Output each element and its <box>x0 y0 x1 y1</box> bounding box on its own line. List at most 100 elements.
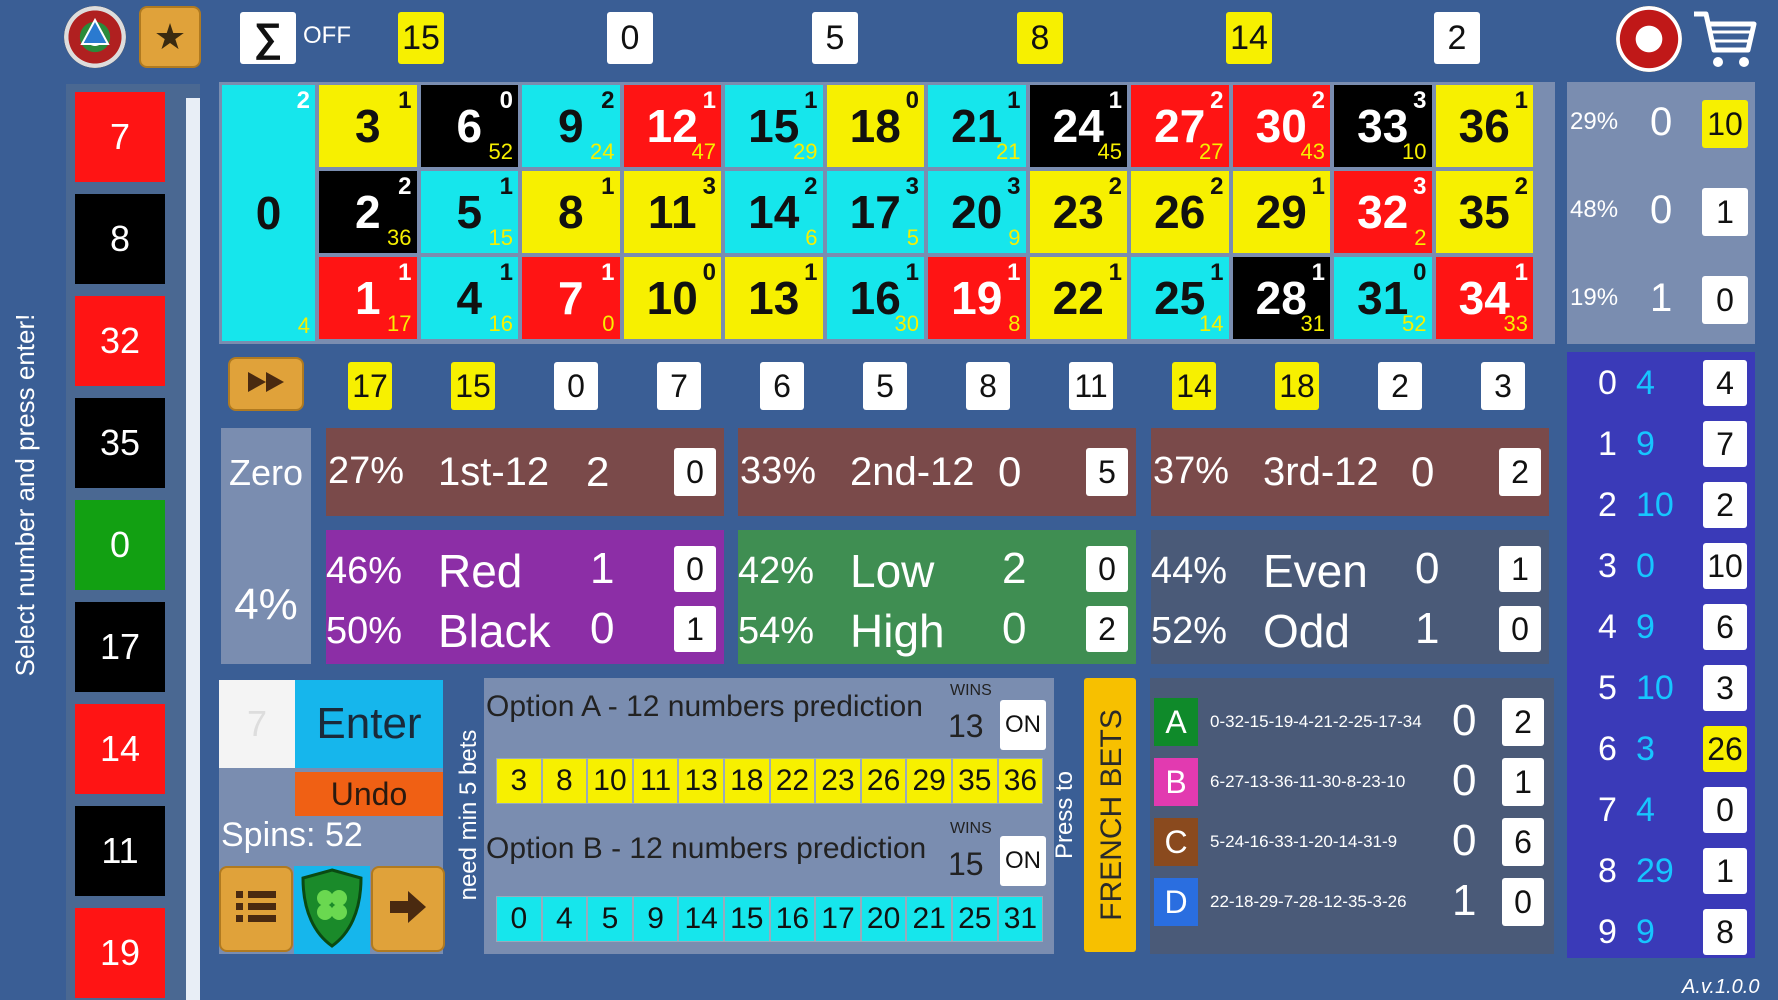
board-cell-1[interactable]: 1 1 17 <box>318 256 418 340</box>
board-cell-15[interactable]: 15 1 29 <box>724 84 824 168</box>
digit-value: 9 <box>1636 608 1655 646</box>
board-cell-17[interactable]: 17 3 5 <box>825 170 925 254</box>
board-cell-2[interactable]: 2 2 36 <box>318 170 418 254</box>
cart-icon[interactable] <box>1690 8 1760 72</box>
dozen-panel[interactable]: 33% 2nd-12 0 5 <box>738 428 1136 516</box>
cell-hits: 1 <box>601 173 615 200</box>
board-cell-33[interactable]: 33 3 10 <box>1333 84 1433 168</box>
next-arrow-button[interactable] <box>371 866 445 952</box>
undo-button[interactable]: Undo <box>295 772 443 816</box>
prediction-number: 9 <box>632 896 679 942</box>
even-chance-label-black[interactable]: Black <box>438 604 550 658</box>
board-cell-11[interactable]: 11 3 <box>622 170 722 254</box>
history-item[interactable]: 17 <box>75 602 165 692</box>
cell-hits: 1 <box>1007 87 1021 114</box>
french-bets-button[interactable]: FRENCH BETS <box>1084 678 1136 952</box>
board-cell-16[interactable]: 16 1 30 <box>825 256 925 340</box>
cell-hits: 1 <box>1007 259 1021 286</box>
even-chance-label-even[interactable]: Even <box>1263 544 1368 598</box>
board-cell-30[interactable]: 30 2 43 <box>1231 84 1331 168</box>
history-item[interactable]: 11 <box>75 806 165 896</box>
board-cell-5[interactable]: 5 1 15 <box>419 170 519 254</box>
sum-toggle-state: OFF <box>303 22 351 49</box>
history-scrollbar[interactable] <box>186 98 200 1000</box>
option-a-toggle[interactable]: ON <box>1000 700 1046 750</box>
even-chance-label-low[interactable]: Low <box>850 544 934 598</box>
group-sequence: 6-27-13-36-11-30-8-23-10 <box>1210 772 1406 791</box>
fast-forward-button[interactable] <box>228 357 304 411</box>
dozen-panel[interactable]: 27% 1st-12 2 0 <box>326 428 724 516</box>
board-cell-25[interactable]: 25 1 14 <box>1130 256 1230 340</box>
roulette-wheel-icon[interactable] <box>1616 6 1682 72</box>
board-cell-36[interactable]: 36 1 <box>1434 84 1534 168</box>
board-cell-24[interactable]: 24 1 45 <box>1028 84 1128 168</box>
prediction-number: 22 <box>769 758 816 804</box>
prediction-number: 14 <box>678 896 724 942</box>
group-b-button[interactable]: B <box>1154 758 1198 806</box>
history-item[interactable]: 8 <box>75 194 165 284</box>
group-box: 2 <box>1502 698 1544 746</box>
list-button[interactable] <box>219 866 293 952</box>
roulette-logo-icon[interactable] <box>64 6 126 68</box>
cell-gap: 45 <box>1097 139 1122 164</box>
history-item[interactable]: 7 <box>75 92 165 182</box>
cell-hits: 3 <box>702 173 716 200</box>
group-d-button[interactable]: D <box>1154 878 1198 926</box>
board-cell-23[interactable]: 23 2 <box>1028 170 1128 254</box>
cell-hits: 3 <box>1413 173 1427 200</box>
dozen-panel[interactable]: 37% 3rd-12 0 2 <box>1151 428 1549 516</box>
digit-label: 4 <box>1598 608 1617 646</box>
board-cell-19[interactable]: 19 1 8 <box>927 256 1027 340</box>
board-cell-29[interactable]: 29 1 <box>1231 170 1331 254</box>
history-item[interactable]: 14 <box>75 704 165 794</box>
enter-button[interactable]: Enter <box>295 680 443 768</box>
history-item[interactable]: 19 <box>75 908 165 998</box>
board-cell-0[interactable]: 0 2 4 <box>221 84 316 342</box>
cell-gap: 30 <box>894 311 919 336</box>
digit-value: 29 <box>1636 852 1674 890</box>
digit-box: 8 <box>1703 909 1747 955</box>
board-cell-22[interactable]: 22 1 <box>1028 256 1128 340</box>
history-item[interactable]: 32 <box>75 296 165 386</box>
group-c-button[interactable]: C <box>1154 818 1198 866</box>
even-chance-label-red[interactable]: Red <box>438 544 522 598</box>
board-cell-7[interactable]: 710 <box>521 256 621 340</box>
column-counter: 5 <box>863 362 907 410</box>
board-cell-20[interactable]: 20 3 9 <box>927 170 1027 254</box>
board-cell-8[interactable]: 81 <box>521 170 621 254</box>
board-cell-34[interactable]: 34 1 33 <box>1434 256 1534 340</box>
board-cell-10[interactable]: 10 0 <box>622 256 722 340</box>
board-cell-12[interactable]: 12 1 47 <box>622 84 722 168</box>
column-counter: 14 <box>1172 362 1216 410</box>
column-counter: 17 <box>348 362 392 410</box>
board-cell-27[interactable]: 27 2 27 <box>1130 84 1230 168</box>
board-cell-13[interactable]: 13 1 <box>724 256 824 340</box>
sum-toggle-button[interactable]: ∑ <box>240 12 296 64</box>
group-a-button[interactable]: A <box>1154 698 1198 746</box>
board-cell-9[interactable]: 9 2 24 <box>521 84 621 168</box>
board-cell-3[interactable]: 31 <box>318 84 418 168</box>
board-cell-18[interactable]: 18 0 <box>825 84 925 168</box>
even-chance-label-high[interactable]: High <box>850 604 945 658</box>
number-input[interactable]: 7 <box>219 680 295 768</box>
board-cell-4[interactable]: 4 1 16 <box>419 256 519 340</box>
even-chance-label-odd[interactable]: Odd <box>1263 604 1350 658</box>
favorite-star-button[interactable]: ★ <box>139 6 201 68</box>
board-cell-35[interactable]: 35 2 <box>1434 170 1534 254</box>
board-cell-32[interactable]: 32 3 2 <box>1333 170 1433 254</box>
clover-shield-button[interactable] <box>294 866 370 954</box>
digit-label: 7 <box>1598 791 1617 829</box>
option-b-toggle[interactable]: ON <box>1000 836 1046 886</box>
dozen-percent: 37% <box>1153 450 1230 492</box>
board-cell-14[interactable]: 14 2 6 <box>724 170 824 254</box>
cell-hits: 0 <box>1413 259 1427 286</box>
french-bets-label: FRENCH BETS <box>1095 709 1128 921</box>
board-cell-28[interactable]: 28 1 31 <box>1231 256 1331 340</box>
history-item[interactable]: 0 <box>75 500 165 590</box>
board-cell-21[interactable]: 21 1 21 <box>927 84 1027 168</box>
board-cell-31[interactable]: 31 0 52 <box>1333 256 1433 340</box>
board-cell-26[interactable]: 26 2 <box>1130 170 1230 254</box>
board-cell-6[interactable]: 6 0 52 <box>419 84 519 168</box>
list-icon <box>236 889 276 930</box>
history-item[interactable]: 35 <box>75 398 165 488</box>
